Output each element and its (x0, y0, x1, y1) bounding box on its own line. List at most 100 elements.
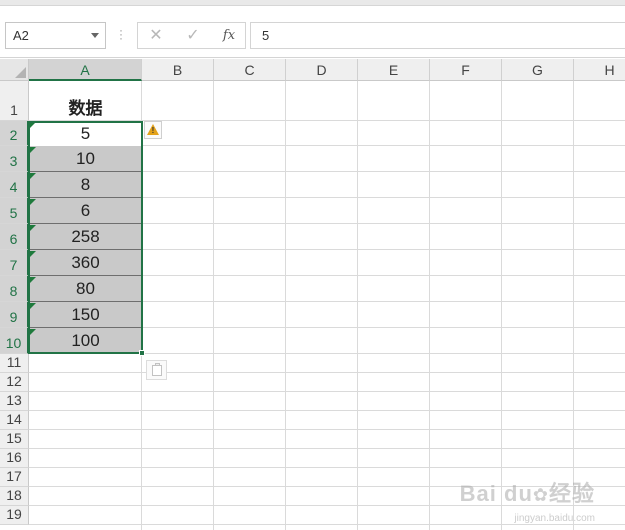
formula-buttons: ✕ ✓ fx (137, 22, 246, 49)
row-number: 18 (6, 487, 22, 503)
row-number: 9 (9, 309, 18, 325)
cell-a10[interactable]: 100 (29, 328, 142, 354)
row-header-16[interactable]: 16 (0, 449, 29, 468)
clipboard-clip-icon (155, 363, 160, 366)
formula-bar: A2 · · · ✕ ✓ fx 5 (0, 6, 625, 58)
row-number: 2 (9, 127, 18, 143)
gridline (29, 391, 625, 392)
cell-a5-text: 6 (80, 201, 91, 220)
formula-input-value: 5 (262, 28, 270, 43)
watermark-suffix: 经验 (548, 481, 595, 506)
gridline (429, 81, 430, 530)
row-number: 5 (9, 205, 18, 221)
watermark-brand: Bai du (459, 481, 533, 506)
row-header-1[interactable]: 1 (0, 81, 29, 121)
cell-a3-text: 10 (76, 149, 95, 168)
row-header-10[interactable]: 10 (0, 328, 29, 354)
name-box[interactable]: A2 (5, 22, 106, 49)
cell-a1[interactable]: 数据 (29, 81, 142, 121)
row-number: 6 (9, 231, 18, 247)
gridline (357, 81, 358, 530)
row-number: 15 (6, 430, 22, 446)
cell-a6-text: 258 (71, 227, 100, 246)
cancel-icon[interactable]: ✕ (147, 27, 165, 45)
row-header-13[interactable]: 13 (0, 392, 29, 411)
column-header-f[interactable]: F (430, 59, 502, 81)
cell-a5[interactable]: 6 (29, 198, 142, 224)
row-header-19[interactable]: 19 (0, 506, 29, 525)
worksheet-grid[interactable]: A B C D E F G H 1 2 3 4 5 6 7 8 9 10 11 … (0, 59, 625, 530)
paste-options-icon (152, 365, 162, 376)
cell-a8-text: 80 (76, 279, 95, 298)
gridline (29, 372, 625, 373)
row-number: 4 (9, 179, 18, 195)
row-header-14[interactable]: 14 (0, 411, 29, 430)
cell-a3[interactable]: 10 (29, 146, 142, 172)
row-number: 14 (6, 411, 22, 427)
paste-options-button[interactable] (146, 360, 167, 380)
column-header-a[interactable]: A (29, 59, 142, 81)
fill-handle[interactable] (139, 350, 145, 356)
column-header-e[interactable]: E (358, 59, 430, 81)
row-number: 13 (6, 392, 22, 408)
gridline (29, 429, 625, 430)
cell-a2-text: 5 (80, 124, 91, 143)
row-number: 16 (6, 449, 22, 465)
gridline (29, 467, 625, 468)
cell-a4[interactable]: 8 (29, 172, 142, 198)
paw-icon: ✿ (532, 485, 549, 505)
cell-a10-text: 100 (71, 331, 100, 350)
column-header-d[interactable]: D (286, 59, 358, 81)
row-header-7[interactable]: 7 (0, 250, 29, 276)
row-number: 8 (9, 283, 18, 299)
column-header-g[interactable]: G (502, 59, 574, 81)
row-number: 3 (9, 153, 18, 169)
row-number: 7 (9, 257, 18, 273)
cell-a9-text: 150 (71, 305, 100, 324)
row-header-5[interactable]: 5 (0, 198, 29, 224)
row-header-2[interactable]: 2 (0, 121, 29, 146)
row-number: 11 (6, 354, 22, 370)
row-number: 1 (10, 102, 18, 118)
gridline (29, 410, 625, 411)
error-check-button[interactable]: ! (144, 121, 162, 139)
row-header-11[interactable]: 11 (0, 354, 29, 373)
select-all-icon (15, 67, 26, 78)
name-box-dropdown-icon[interactable] (91, 33, 99, 38)
formula-input[interactable]: 5 (250, 22, 625, 49)
enter-icon[interactable]: ✓ (184, 27, 202, 45)
row-header-15[interactable]: 15 (0, 430, 29, 449)
row-number: 17 (6, 468, 22, 484)
gridline (285, 81, 286, 530)
cell-a1-text: 数据 (68, 99, 103, 118)
row-header-6[interactable]: 6 (0, 224, 29, 250)
row-header-9[interactable]: 9 (0, 302, 29, 328)
cell-a9[interactable]: 150 (29, 302, 142, 328)
insert-function-icon[interactable]: fx (220, 27, 238, 45)
column-header-h[interactable]: H (574, 59, 625, 81)
row-header-3[interactable]: 3 (0, 146, 29, 172)
select-all-corner[interactable] (0, 59, 29, 81)
gridline (501, 81, 502, 530)
gridline (29, 448, 625, 449)
cell-a2[interactable]: 5 (29, 121, 142, 146)
name-box-value: A2 (13, 28, 29, 43)
gridline (573, 81, 574, 530)
warning-exclamation: ! (151, 126, 155, 135)
column-header-c[interactable]: C (214, 59, 286, 81)
cell-a8[interactable]: 80 (29, 276, 142, 302)
cell-a7[interactable]: 360 (29, 250, 142, 276)
row-header-17[interactable]: 17 (0, 468, 29, 487)
row-header-12[interactable]: 12 (0, 373, 29, 392)
gridline (213, 81, 214, 530)
row-header-8[interactable]: 8 (0, 276, 29, 302)
cell-a7-text: 360 (71, 253, 100, 272)
more-options-icon[interactable]: · · · (119, 24, 123, 44)
row-header-18[interactable]: 18 (0, 487, 29, 506)
row-number: 19 (6, 506, 22, 522)
gridline (29, 524, 625, 525)
cell-a6[interactable]: 258 (29, 224, 142, 250)
column-header-b[interactable]: B (142, 59, 214, 81)
cell-a4-text: 8 (80, 175, 91, 194)
row-header-4[interactable]: 4 (0, 172, 29, 198)
